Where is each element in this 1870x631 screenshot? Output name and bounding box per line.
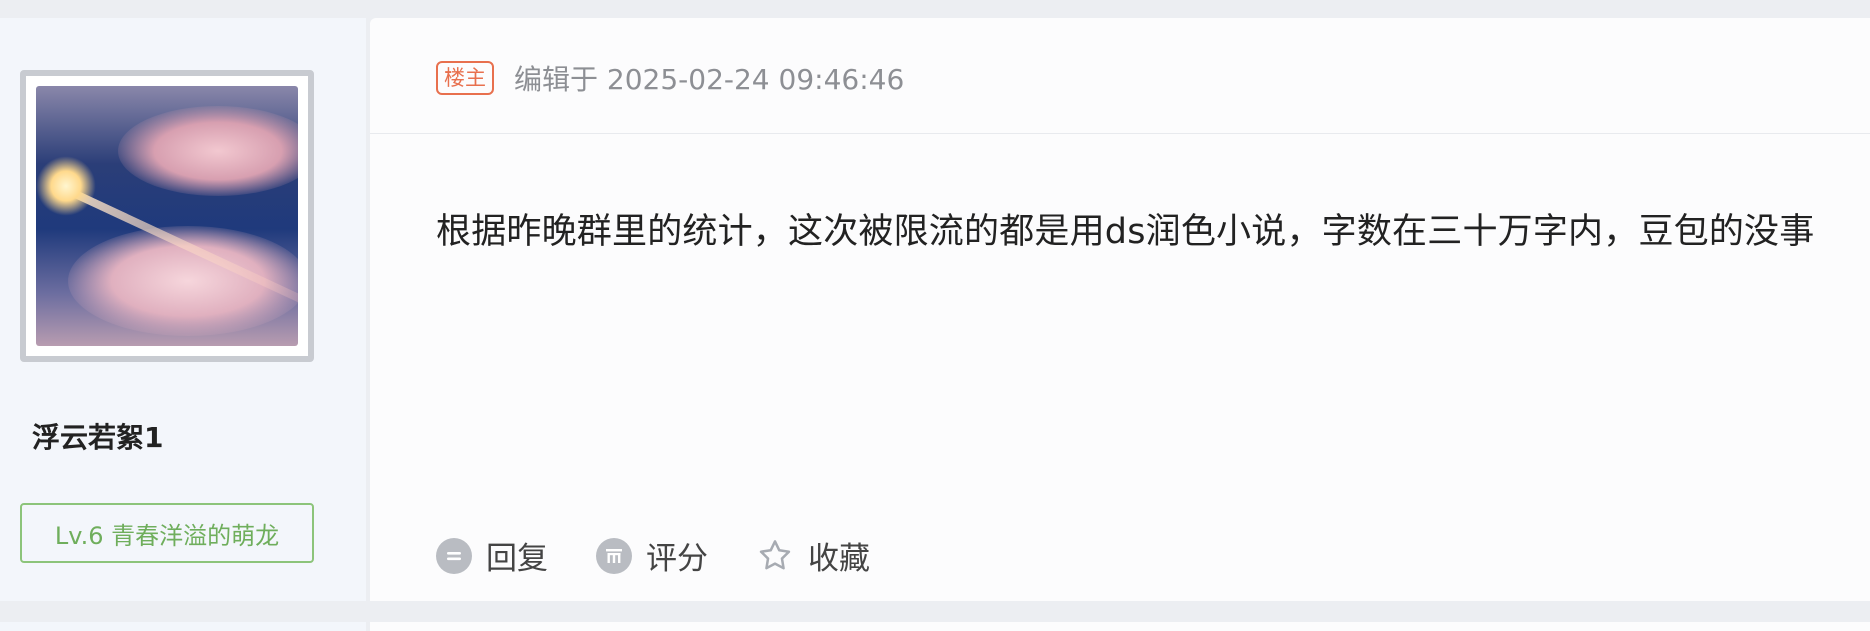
rate-label: 评分 (646, 541, 708, 577)
avatar[interactable] (20, 70, 314, 362)
divider (370, 133, 1870, 134)
favorite-button[interactable]: 收藏 (756, 533, 870, 578)
username[interactable]: 浮云若絮1 (32, 416, 163, 456)
reply-button[interactable]: 回复 (436, 533, 548, 578)
avatar-image (36, 86, 298, 346)
op-badge: 楼主 (436, 61, 494, 95)
next-post-edge (0, 618, 1870, 631)
favorite-label: 收藏 (808, 541, 870, 577)
post-actions: 回复 评分 收藏 (436, 533, 870, 578)
author-sidebar: 浮云若絮1 Lv.6 青春洋溢的萌龙 (0, 18, 366, 601)
forum-post: 浮云若絮1 Lv.6 青春洋溢的萌龙 楼主 编辑于 2025-02-24 09:… (0, 18, 1870, 601)
reply-label: 回复 (486, 541, 548, 577)
rate-icon (596, 537, 632, 574)
post-main: 楼主 编辑于 2025-02-24 09:46:46 根据昨晚群里的统计，这次被… (370, 18, 1870, 601)
level-badge: Lv.6 青春洋溢的萌龙 (20, 503, 314, 563)
star-icon (756, 537, 794, 575)
post-content: 根据昨晚群里的统计，这次被限流的都是用ds润色小说，字数在三十万字内，豆包的没事 (436, 212, 1815, 252)
rate-button[interactable]: 评分 (596, 533, 708, 578)
reply-icon (436, 537, 472, 574)
post-header: 楼主 编辑于 2025-02-24 09:46:46 (436, 58, 904, 98)
edit-timestamp: 编辑于 2025-02-24 09:46:46 (514, 63, 905, 96)
